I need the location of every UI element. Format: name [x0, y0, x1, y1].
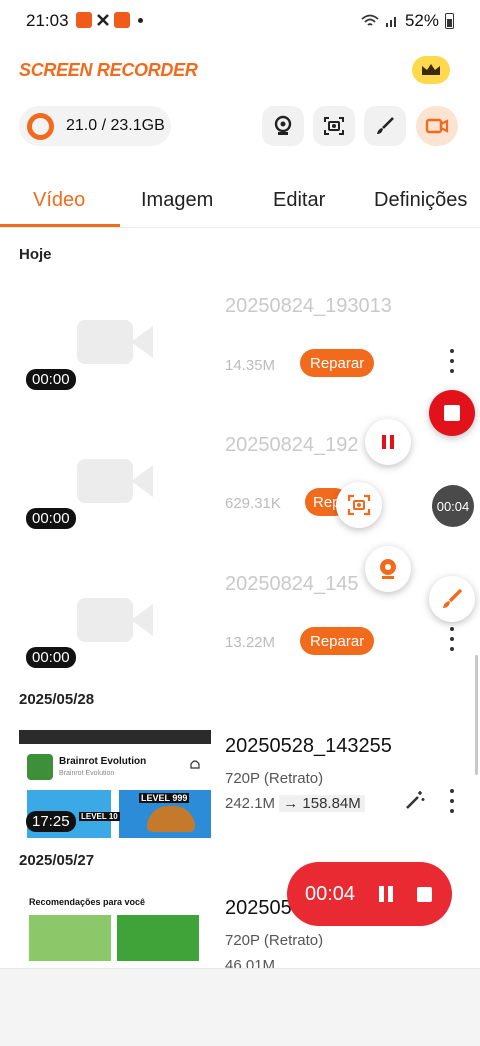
- compressed-size: → 158.84M: [279, 795, 365, 812]
- battery-icon: [445, 13, 454, 29]
- tab-bar: Vídeo Imagem Editar Definições: [0, 176, 480, 228]
- scrollbar[interactable]: [475, 655, 478, 775]
- bell-icon: [190, 760, 200, 769]
- section-date: 2025/05/28: [19, 691, 95, 708]
- video-thumbnail[interactable]: 00:00: [19, 288, 211, 396]
- tab-image[interactable]: Imagem: [141, 189, 213, 212]
- video-thumbnail[interactable]: 00:00: [19, 566, 211, 674]
- video-size: 46.01M: [225, 957, 276, 968]
- storage-indicator[interactable]: 21.0 / 23.1GB: [19, 106, 171, 146]
- storage-text: 21.0 / 23.1GB: [66, 117, 165, 134]
- bottom-navigation-area: [0, 968, 480, 1046]
- more-options-icon[interactable]: [446, 789, 458, 813]
- floating-close-button[interactable]: 00:04: [432, 485, 474, 527]
- tab-settings[interactable]: Definições: [374, 189, 467, 212]
- video-placeholder-icon: [77, 320, 133, 364]
- video-size: 242.1M: [225, 795, 276, 812]
- premium-crown-button[interactable]: [412, 56, 450, 84]
- status-bar: 21:03 52%: [0, 0, 480, 44]
- video-duration: 00:00: [26, 647, 76, 668]
- screenshot-button[interactable]: [313, 106, 355, 146]
- video-thumbnail[interactable]: Brainrot Evolution Brainrot Evolution LE…: [19, 730, 211, 838]
- recording-notification-icon: [76, 12, 92, 28]
- video-filename[interactable]: 20250824_192: [225, 434, 358, 457]
- thumb-title: Brainrot Evolution: [59, 756, 147, 767]
- video-size: 629.31K: [225, 495, 281, 512]
- thumb-badge: LEVEL 999: [139, 793, 190, 803]
- floating-pause-button[interactable]: [365, 419, 411, 465]
- crown-icon: [422, 64, 440, 75]
- thumb-badge: LEVEL 10: [79, 812, 120, 821]
- screenshot-icon: [324, 117, 344, 135]
- repair-button[interactable]: Reparar: [300, 627, 375, 655]
- webcam-button[interactable]: [262, 106, 304, 146]
- tab-edit[interactable]: Editar: [273, 189, 325, 212]
- pause-icon: [382, 435, 394, 449]
- stop-icon: [444, 405, 460, 421]
- section-today: Hoje: [19, 246, 52, 263]
- tab-video[interactable]: Vídeo: [33, 189, 85, 212]
- floating-brush-button[interactable]: [429, 576, 475, 622]
- more-options-icon[interactable]: [446, 349, 458, 373]
- video-size: 13.22M: [225, 634, 276, 651]
- video-duration: 17:25: [26, 811, 76, 832]
- repair-button[interactable]: Reparar: [300, 349, 375, 377]
- brush-icon: [377, 117, 394, 134]
- screenshot-icon: [347, 494, 371, 516]
- battery-percent: 52%: [404, 11, 439, 30]
- video-thumbnail[interactable]: 00:00: [19, 427, 211, 535]
- game-icon: [27, 754, 53, 780]
- recording-timer: 00:04: [305, 882, 356, 905]
- recording-stop-button[interactable]: [417, 886, 433, 902]
- video-thumbnail[interactable]: Recomendações para você: [19, 893, 211, 968]
- floating-webcam-button[interactable]: [365, 546, 411, 592]
- storage-ring-icon: [27, 112, 54, 140]
- system-status: 52%: [361, 11, 454, 31]
- brush-button[interactable]: [364, 106, 406, 146]
- recording-pause-button[interactable]: [379, 886, 394, 902]
- video-size: 14.35M: [225, 357, 276, 374]
- wifi-icon: [361, 14, 379, 26]
- signal-icon: [385, 17, 396, 27]
- capcut-notification-icon: [96, 13, 110, 27]
- video-camera-button[interactable]: [416, 106, 458, 146]
- floating-stop-button[interactable]: [429, 390, 475, 436]
- webcam-icon: [274, 115, 292, 135]
- magic-wand-icon[interactable]: [404, 789, 426, 811]
- video-placeholder-icon: [77, 598, 133, 642]
- floating-timer: 00:04: [436, 498, 470, 514]
- video-duration: 00:00: [26, 508, 76, 529]
- video-filename[interactable]: 20250824_193013: [225, 295, 392, 318]
- video-camera-icon: [425, 118, 449, 134]
- video-filename[interactable]: 202505: [225, 897, 292, 920]
- video-duration: 00:00: [26, 369, 76, 390]
- brush-icon: [443, 588, 463, 608]
- active-tab-indicator: [0, 224, 120, 227]
- more-options-icon[interactable]: [446, 627, 458, 651]
- video-size-row: 242.1M → 158.84M: [225, 795, 365, 812]
- recording-notification-icon-2: [114, 12, 130, 28]
- video-filename[interactable]: 20250824_145: [225, 573, 358, 596]
- section-date: 2025/05/27: [19, 852, 95, 869]
- thumb-subtitle: Brainrot Evolution: [59, 770, 115, 777]
- status-time: 21:03: [26, 11, 69, 30]
- notification-icons: [76, 12, 143, 28]
- video-filename[interactable]: 20250528_143255: [225, 735, 392, 758]
- more-notifications-dot: [138, 17, 143, 23]
- video-placeholder-icon: [77, 459, 133, 503]
- floating-screenshot-button[interactable]: [336, 482, 382, 528]
- app-brand: SCREEN RECORDER: [19, 60, 198, 80]
- video-resolution: 720P (Retrato): [225, 770, 324, 787]
- video-resolution: 720P (Retrato): [225, 932, 324, 949]
- thumb-title: Recomendações para você: [29, 897, 146, 907]
- recording-control-bar[interactable]: 00:04: [287, 862, 452, 926]
- webcam-icon: [380, 559, 396, 579]
